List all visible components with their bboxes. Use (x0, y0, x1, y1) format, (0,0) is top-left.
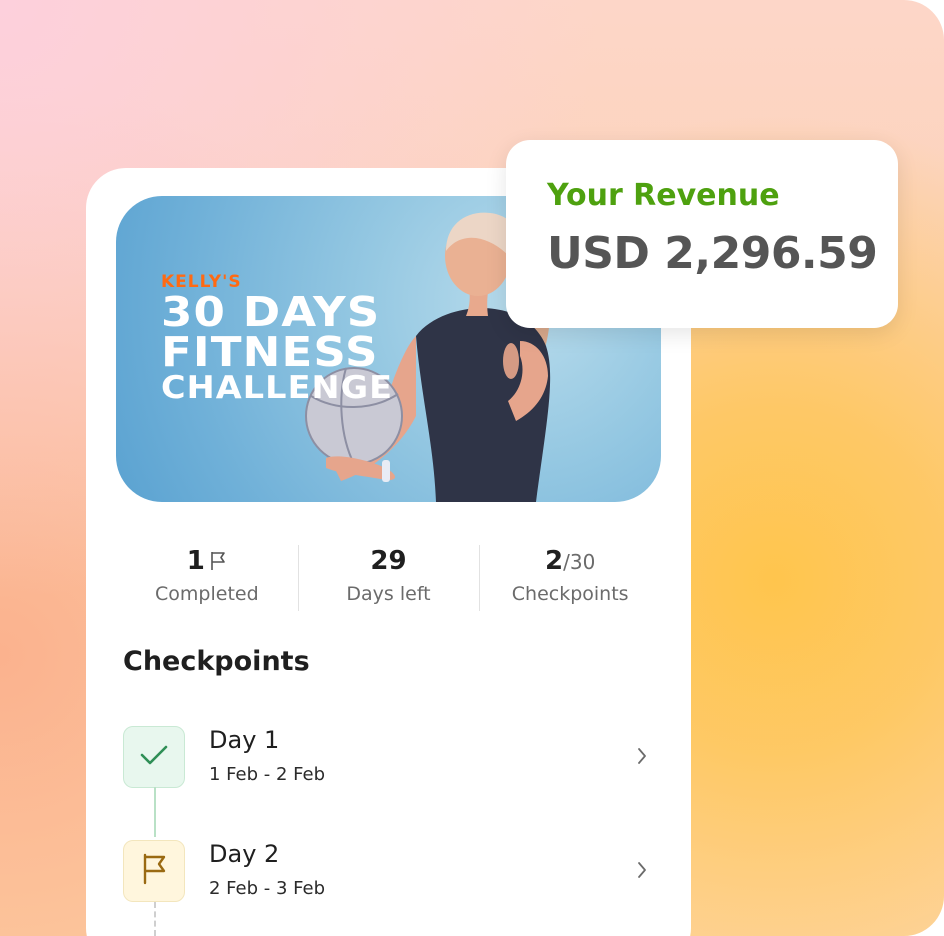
stat-checkpoints-label: Checkpoints (511, 583, 629, 605)
checkpoints-title: Checkpoints (123, 646, 310, 677)
timeline-connector-dashed (154, 902, 156, 936)
stat-days-left-label: Days left (346, 583, 431, 605)
chevron-right-icon[interactable] (636, 746, 648, 770)
stat-days-left-value: 29 (370, 546, 407, 576)
stat-days-left: 29 Days left (297, 543, 480, 613)
checkpoint-status-box (123, 726, 185, 788)
revenue-label: Your Revenue (547, 178, 780, 213)
chevron-right-icon[interactable] (636, 860, 648, 884)
checkpoint-item-day-2[interactable]: Day 2 2 Feb - 3 Feb (123, 840, 648, 904)
checkpoint-item-day-1[interactable]: Day 1 1 Feb - 2 Feb (123, 726, 648, 790)
stat-checkpoints-total: /30 (563, 550, 596, 574)
revenue-value: USD 2,296.59 (547, 228, 878, 279)
checkpoint-status-box (123, 840, 185, 902)
stats-row: 1 Completed 29 Days left 2/30 Checkpoint… (116, 543, 661, 613)
timeline-connector (154, 787, 156, 837)
revenue-card: Your Revenue USD 2,296.59 (506, 140, 898, 328)
checkpoint-dates: 1 Feb - 2 Feb (209, 764, 326, 785)
flag-icon (209, 545, 227, 581)
check-icon (139, 743, 169, 771)
banner-line-2: FITNESS (161, 328, 379, 376)
checkpoint-name: Day 2 (209, 840, 280, 868)
checkpoint-name: Day 1 (209, 726, 280, 754)
checkpoint-dates: 2 Feb - 3 Feb (209, 878, 326, 899)
banner-line-3: CHALLENGE (161, 370, 394, 406)
stat-completed-label: Completed (155, 583, 259, 605)
flag-icon (139, 852, 169, 890)
stat-completed-value: 1 (186, 546, 205, 576)
stat-checkpoints-value: 2 (545, 546, 564, 576)
banner-title: KELLY'S 30 DAYS FITNESS CHALLENGE (161, 272, 392, 404)
stat-checkpoints: 2/30 Checkpoints (479, 543, 661, 613)
stat-completed: 1 Completed (116, 543, 298, 613)
banner-line-1: 30 DAYS (161, 288, 381, 336)
